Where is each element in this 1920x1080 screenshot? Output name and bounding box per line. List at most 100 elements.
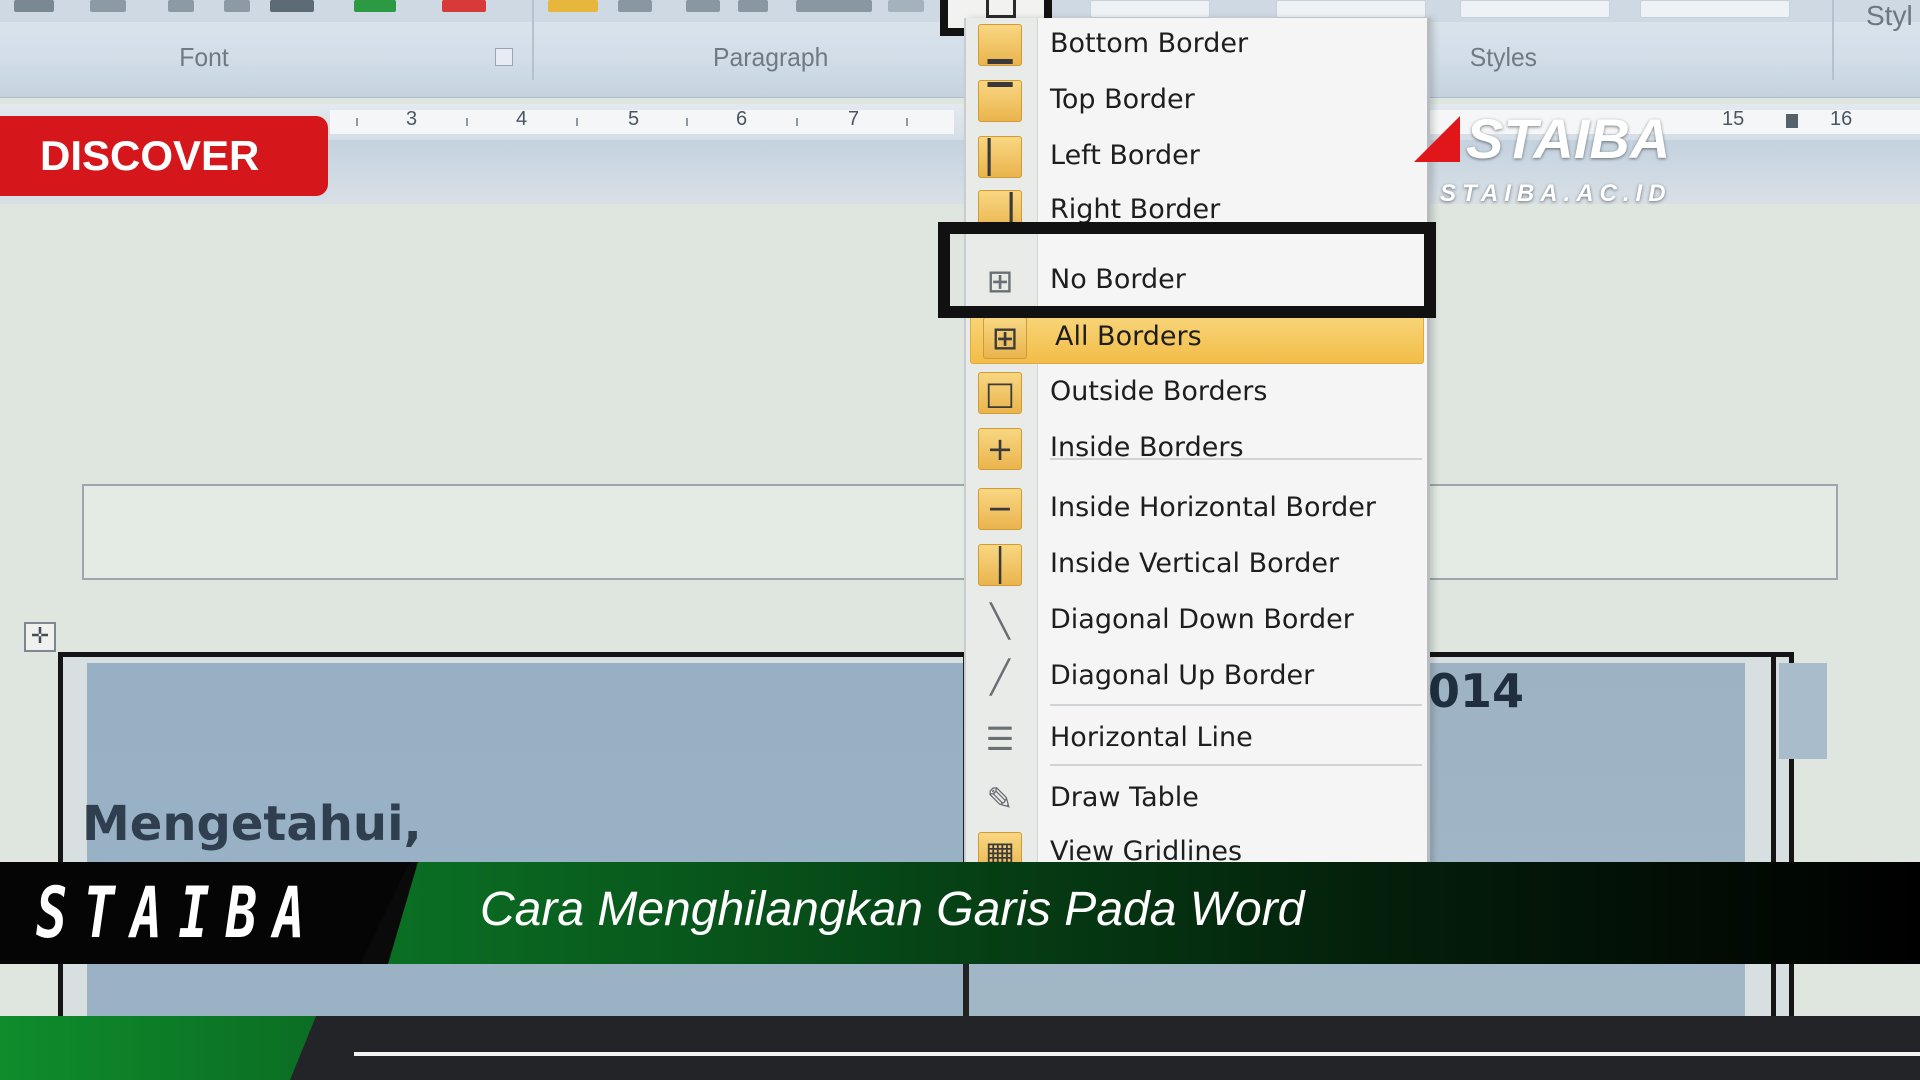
footer-green-band <box>0 1016 316 1080</box>
staiba-logo[interactable]: STAIBA STAIBA.AC.ID <box>1414 107 1674 208</box>
ruler-indent-marker[interactable] <box>1786 114 1798 128</box>
ribbon-button[interactable] <box>270 0 314 12</box>
menu-item-label: All Borders <box>1055 321 1202 352</box>
ribbon-separator <box>532 0 534 80</box>
menu-item-no-border[interactable]: ⊞ No Border <box>966 254 1427 308</box>
sort-button[interactable] <box>796 0 872 12</box>
styles-group-label: Styles <box>1469 42 1538 72</box>
shading-button[interactable] <box>888 0 924 12</box>
font-dialog-launcher-icon[interactable] <box>495 48 513 66</box>
horizontal-line-icon: ☰ <box>985 720 1015 758</box>
menu-item-bottom-border[interactable]: ▁ Bottom Border <box>966 18 1427 72</box>
ruler-number: 4 <box>516 108 528 130</box>
inside-vertical-border-icon: │ <box>978 544 1022 586</box>
document-text-box[interactable] <box>82 484 1838 580</box>
menu-item-label: Draw Table <box>1050 782 1199 813</box>
indent-button[interactable] <box>738 0 768 12</box>
paragraph-group-label: Paragraph <box>713 42 829 72</box>
menu-item-label: View Gridlines <box>1050 836 1243 864</box>
inside-horizontal-border-icon: ─ <box>978 488 1022 530</box>
menu-item-view-gridlines[interactable]: ▦ View Gridlines <box>966 826 1427 864</box>
ruler-tick <box>796 118 798 126</box>
font-group-label: Font <box>179 42 229 72</box>
table-cell-selection <box>1779 663 1827 759</box>
ruler-tick <box>686 118 688 126</box>
bottom-border-icon: ▁ <box>978 24 1022 66</box>
menu-item-left-border[interactable]: ▏ Left Border <box>966 130 1427 184</box>
menu-item-label: Diagonal Down Border <box>1050 604 1354 635</box>
menu-item-label: No Border <box>1050 264 1186 295</box>
borders-icon <box>986 0 1016 18</box>
ruler-number: 15 <box>1722 108 1745 130</box>
menu-item-label: Left Border <box>1050 140 1200 171</box>
ruler-number: 3 <box>406 108 418 130</box>
menu-item-label: Diagonal Up Border <box>1050 660 1315 691</box>
ruler-tick <box>356 118 358 126</box>
logo-name: STAIBA <box>1466 107 1671 170</box>
ruler-tick <box>906 118 908 126</box>
ruler-number: 7 <box>848 108 860 130</box>
menu-item-diagonal-up-border[interactable]: ╱ Diagonal Up Border <box>966 650 1427 704</box>
menu-item-label: Right Border <box>1050 194 1221 225</box>
style-tile-no-spacing[interactable] <box>1276 0 1426 18</box>
no-border-icon: ⊞ <box>986 262 1014 300</box>
draw-table-icon: ✎ <box>986 780 1014 818</box>
styles-partial-label: Styl <box>1866 0 1913 31</box>
ruler-number: 6 <box>736 108 748 130</box>
ribbon-separator <box>1832 0 1834 80</box>
font-color-button[interactable] <box>442 0 486 12</box>
inside-borders-icon: + <box>978 428 1022 470</box>
ribbon-button[interactable] <box>224 0 250 12</box>
multilevel-list-button[interactable] <box>686 0 720 12</box>
menu-item-label: Bottom Border <box>1050 28 1249 59</box>
style-tile-heading1[interactable] <box>1460 0 1610 18</box>
ribbon-button[interactable] <box>168 0 194 12</box>
menu-separator <box>1050 704 1422 706</box>
menu-item-top-border[interactable]: ▔ Top Border <box>966 74 1427 128</box>
numbering-button[interactable] <box>618 0 652 12</box>
menu-item-diagonal-down-border[interactable]: ╲ Diagonal Down Border <box>966 594 1427 648</box>
year-text: 014 <box>1428 664 1525 718</box>
menu-item-label: Horizontal Line <box>1050 722 1253 753</box>
menu-item-draw-table[interactable]: ✎ Draw Table <box>966 772 1427 826</box>
logo-url: STAIBA.AC.ID <box>1440 180 1672 207</box>
ruler-tick <box>576 118 578 126</box>
menu-item-label: Top Border <box>1050 84 1195 115</box>
menu-item-horizontal-line[interactable]: ☰ Horizontal Line <box>966 712 1427 766</box>
logo-triangle-icon <box>1414 116 1460 162</box>
ruler-number: 16 <box>1830 108 1853 130</box>
ruler-tick <box>466 118 468 126</box>
menu-item-label: Outside Borders <box>1050 376 1268 407</box>
menu-item-inside-horizontal-border[interactable]: ─ Inside Horizontal Border <box>966 482 1427 536</box>
bullets-button[interactable] <box>548 0 598 12</box>
menu-separator <box>1050 458 1422 460</box>
ruler-text-area <box>330 110 954 134</box>
banner-brand: STAIBA <box>36 872 321 954</box>
ribbon-button[interactable] <box>14 0 54 12</box>
menu-item-label: Inside Horizontal Border <box>1050 492 1376 523</box>
ribbon-button[interactable] <box>90 0 126 12</box>
menu-item-label: Inside Vertical Border <box>1050 548 1340 579</box>
footer-line <box>354 1052 1920 1056</box>
footer-bar <box>0 1016 1920 1080</box>
menu-item-right-border[interactable]: ▕ Right Border <box>966 184 1427 238</box>
menu-separator <box>1050 764 1422 766</box>
menu-item-inside-vertical-border[interactable]: │ Inside Vertical Border <box>966 538 1427 592</box>
style-tile-normal[interactable] <box>1090 0 1210 18</box>
title-banner: STAIBA Cara Menghilangkan Garis Pada Wor… <box>0 862 1920 964</box>
banner-title: Cara Menghilangkan Garis Pada Word <box>480 883 1305 936</box>
borders-menu: ▁ Bottom Border ▔ Top Border ▏ Left Border ▕ Ri… <box>964 18 1430 864</box>
menu-item-inside-borders[interactable]: + Inside Borders <box>966 422 1427 476</box>
table-move-handle-icon[interactable]: ✛ <box>24 622 56 652</box>
outside-borders-icon: □ <box>978 372 1022 414</box>
highlight-color-button[interactable] <box>354 0 396 12</box>
top-border-icon: ▔ <box>978 80 1022 122</box>
menu-item-outside-borders[interactable]: □ Outside Borders <box>966 366 1427 420</box>
menu-item-all-borders[interactable]: ⊞ All Borders <box>970 310 1424 364</box>
diagonal-down-border-icon: ╲ <box>990 602 1010 640</box>
style-tile-heading2[interactable] <box>1640 0 1790 18</box>
all-borders-icon: ⊞ <box>983 317 1027 359</box>
right-border-icon: ▕ <box>978 190 1022 232</box>
left-border-icon: ▏ <box>978 136 1022 178</box>
view-gridlines-icon: ▦ <box>978 832 1022 864</box>
